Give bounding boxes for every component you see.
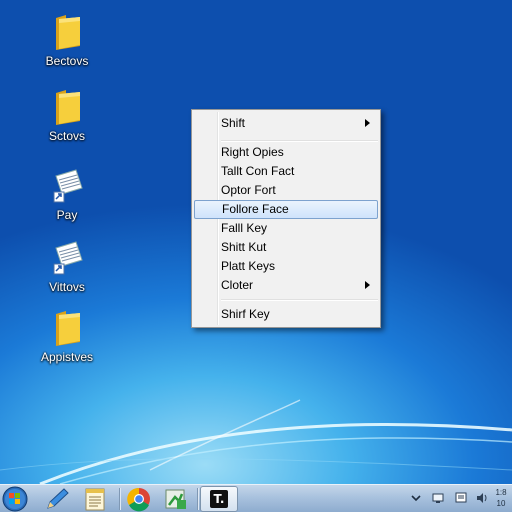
submenu-arrow-icon [365, 281, 370, 289]
action-center-icon[interactable] [455, 492, 467, 504]
desktop-icon-appistves[interactable]: Appistves [22, 308, 112, 364]
clock-line1: 1:8 [495, 488, 507, 497]
menu-item-label: Follore Face [222, 202, 289, 216]
taskbar-chrome-app[interactable] [122, 486, 156, 512]
desktop-icon-bectovs[interactable]: Bectovs [22, 12, 112, 68]
pen-icon [47, 488, 69, 509]
terminal-icon-label: T. [213, 492, 225, 506]
taskbar-terminal-app[interactable]: T. [200, 486, 238, 512]
taskbar-separator [197, 488, 199, 510]
menu-item-right-opies[interactable]: Right Opies [194, 143, 378, 162]
document-shortcut-icon [53, 169, 83, 203]
desktop-icon-label: Sctovs [48, 129, 85, 143]
menu-item-shirf-key[interactable]: Shirf Key [194, 305, 378, 324]
desktop-icon-label: Bectovs [45, 54, 89, 68]
start-orb-icon [2, 486, 28, 512]
menu-item-label: Shitt Kut [221, 240, 267, 254]
taskbar: T. 1:8 10 [0, 484, 512, 512]
menu-item-follore-face[interactable]: Follore Face [194, 200, 378, 219]
taskbar-notepad-app[interactable] [80, 486, 114, 512]
menu-item-cloter[interactable]: Cloter [194, 276, 378, 295]
context-menu: Shift Right Opies Tallt Con Fact Optor F… [191, 109, 381, 328]
desktop-icon-vittovs[interactable]: Vittovs [22, 238, 112, 294]
desktop-icon-label: Pay [56, 208, 78, 222]
menu-item-label: Shirf Key [221, 307, 270, 321]
menu-separator [221, 140, 378, 142]
folder-icon [56, 15, 80, 50]
menu-separator [221, 299, 378, 301]
notepad-icon [85, 488, 105, 511]
menu-item-label: Platt Keys [221, 259, 276, 273]
start-button[interactable] [0, 486, 34, 512]
chrome-icon [127, 487, 150, 512]
menu-item-optor-fort[interactable]: Optor Fort [194, 181, 378, 200]
desktop-icon-label: Vittovs [49, 280, 85, 294]
menu-item-platt-keys[interactable]: Platt Keys [194, 257, 378, 276]
menu-item-label: Falll Key [221, 221, 268, 235]
desktop-icon-label: Appistves [40, 350, 94, 364]
submenu-arrow-icon [365, 119, 370, 127]
menu-item-shitt-kut[interactable]: Shitt Kut [194, 238, 378, 257]
desktop-icon-sctovs[interactable]: Sctovs [22, 87, 112, 143]
terminal-icon: T. [210, 490, 228, 508]
chevron-up-icon[interactable] [410, 492, 422, 504]
menu-item-label: Cloter [221, 278, 254, 292]
menu-item-tallt-con-fact[interactable]: Tallt Con Fact [194, 162, 378, 181]
desktop[interactable]: Bectovs Sctovs Pay Vittovs Appistves Shi… [0, 0, 512, 484]
clock-line2: 10 [496, 499, 506, 508]
menu-item-label: Shift [221, 116, 246, 130]
system-clock[interactable]: 1:8 10 [492, 487, 510, 509]
menu-item-label: Right Opies [221, 145, 284, 159]
network-icon[interactable] [432, 492, 444, 504]
taskbar-separator [119, 488, 121, 510]
green-app-icon [165, 489, 186, 509]
taskbar-pen-app[interactable] [40, 486, 74, 512]
volume-icon[interactable] [476, 492, 488, 504]
menu-item-label: Tallt Con Fact [221, 164, 295, 178]
menu-item-falll-key[interactable]: Falll Key [194, 219, 378, 238]
menu-item-shift[interactable]: Shift [194, 114, 378, 133]
folder-icon [56, 90, 80, 125]
folder-icon [56, 311, 80, 346]
taskbar-green-app[interactable] [160, 486, 194, 512]
document-shortcut-icon [53, 241, 83, 275]
menu-item-label: Optor Fort [221, 183, 276, 197]
desktop-icon-pay[interactable]: Pay [22, 166, 112, 222]
